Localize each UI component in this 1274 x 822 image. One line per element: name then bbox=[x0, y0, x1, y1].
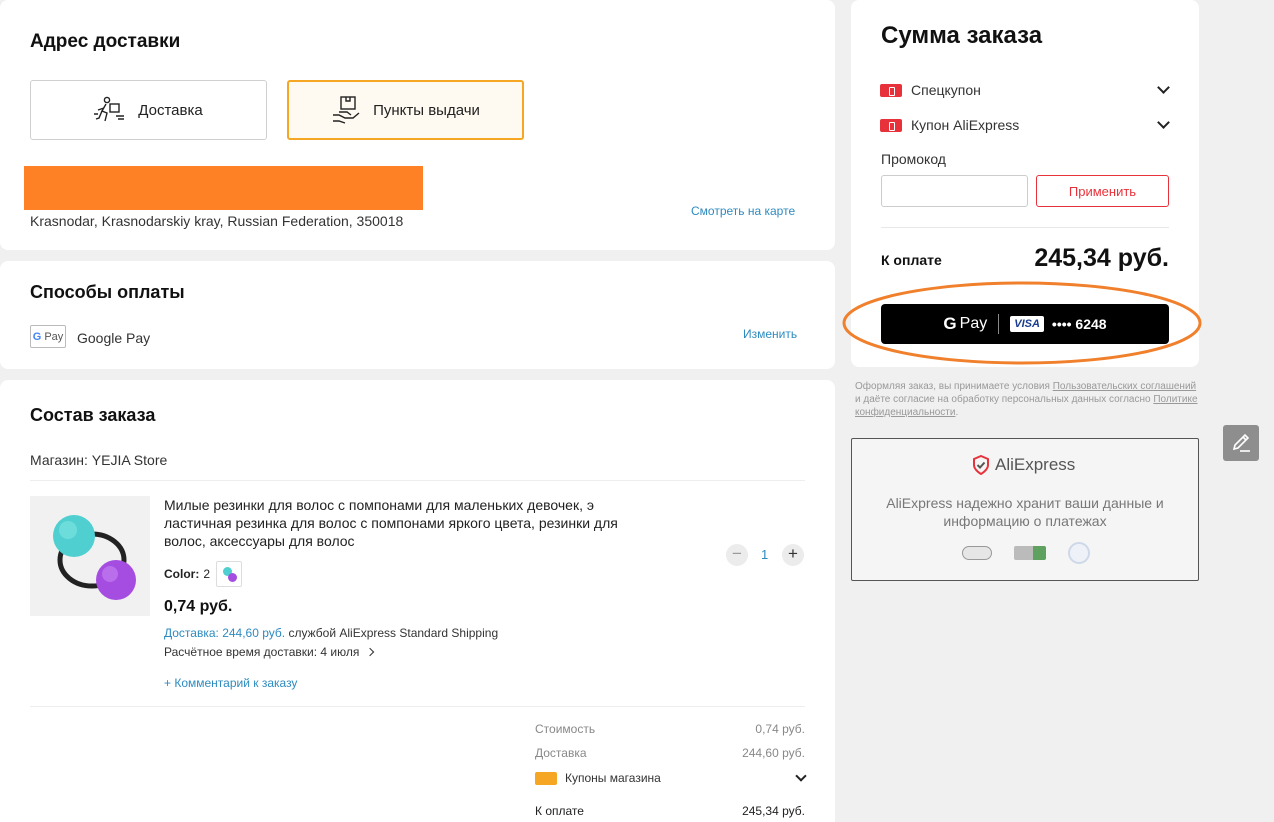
chevron-down-icon bbox=[795, 770, 807, 782]
chevron-down-icon bbox=[1157, 116, 1170, 129]
apply-promo-button[interactable]: Применить bbox=[1036, 175, 1169, 207]
order-summary-title: Сумма заказа bbox=[881, 22, 1043, 49]
order-card: Состав заказа Магазин: YEJIA Store Милые… bbox=[0, 380, 835, 822]
security-text: AliExpress надежно хранит ваши данные и … bbox=[886, 495, 1164, 529]
summary-total-row: К оплате 245,34 руб. bbox=[535, 804, 805, 818]
summary-total-value: 245,34 руб. bbox=[742, 804, 805, 818]
ali-coupon-label: Купон AliExpress bbox=[911, 117, 1020, 133]
store-coupons-label: Купоны магазина bbox=[565, 771, 661, 785]
terms-part: . bbox=[955, 407, 959, 418]
summary-delivery-label: Доставка bbox=[535, 746, 587, 760]
terms-text: Оформляя заказ, вы принимаете условия По… bbox=[855, 380, 1200, 419]
shipping-service: службой AliExpress Standard Shipping bbox=[288, 626, 499, 640]
pci-badge-icon bbox=[962, 546, 992, 560]
google-g-icon: G bbox=[943, 314, 957, 333]
visa-card-icon: VISA bbox=[1010, 316, 1044, 332]
store-coupons-row[interactable]: Купоны магазина bbox=[535, 770, 807, 785]
store-name: Магазин: YEJIA Store bbox=[30, 452, 168, 468]
view-on-map-link[interactable]: Смотреть на карте bbox=[691, 204, 795, 218]
quantity-value[interactable]: 1 bbox=[761, 547, 768, 562]
delivery-eta-text: Расчётное время доставки: 4 июля bbox=[164, 645, 360, 659]
pickup-option-button[interactable]: Пункты выдачи bbox=[287, 80, 524, 140]
edit-floating-button[interactable] bbox=[1223, 425, 1259, 461]
summary-cost-label: Стоимость bbox=[535, 722, 596, 736]
pickup-box-icon bbox=[333, 96, 360, 124]
payment-title: Способы оплаты bbox=[30, 282, 185, 302]
ali-coupon-icon bbox=[880, 118, 902, 132]
pickup-option-label: Пункты выдачи bbox=[373, 101, 480, 119]
special-coupon-label: Спецкупон bbox=[911, 82, 981, 98]
terms-part: и даёте согласие на обработку персональн… bbox=[855, 394, 1154, 405]
gpay-label: Pay bbox=[959, 315, 988, 332]
secure-shield-badge-icon bbox=[1014, 546, 1046, 560]
color-label: Color: bbox=[164, 567, 200, 581]
shield-icon bbox=[973, 455, 989, 475]
special-coupon-row[interactable]: Спецкупон bbox=[880, 81, 1172, 98]
special-coupon-icon bbox=[880, 83, 902, 97]
chevron-right-icon bbox=[366, 647, 375, 657]
shipping-info: Доставка: 244,60 руб. службой AliExpress… bbox=[164, 626, 498, 640]
divider bbox=[881, 227, 1169, 228]
sidebar-total-value: 245,34 руб. bbox=[1034, 244, 1169, 272]
address-title: Адрес доставки bbox=[30, 31, 181, 52]
button-separator bbox=[998, 314, 1000, 334]
promo-label: Промокод bbox=[881, 151, 946, 167]
aliexpress-logo: AliExpress bbox=[972, 455, 1075, 475]
delivery-option-button[interactable]: Доставка bbox=[30, 80, 267, 140]
sidebar-total-label: К оплате bbox=[881, 252, 942, 268]
shipping-price: Доставка: 244,60 руб. bbox=[164, 626, 286, 640]
color-thumbnail[interactable] bbox=[216, 561, 243, 587]
store-coupon-icon bbox=[535, 771, 557, 785]
summary-total-label: К оплате bbox=[535, 804, 584, 818]
google-pay-button[interactable]: G Pay VISA •••• 6248 bbox=[881, 304, 1169, 344]
quantity-minus-button[interactable]: − bbox=[726, 544, 748, 566]
user-agreement-link[interactable]: Пользовательских соглашений bbox=[1053, 381, 1196, 392]
aliexpress-brand: AliExpress bbox=[995, 455, 1076, 474]
delivery-option-label: Доставка bbox=[138, 101, 203, 119]
order-comment-link[interactable]: + Комментарий к заказу bbox=[164, 676, 297, 690]
summary-delivery-row: Доставка 244,60 руб. bbox=[535, 746, 805, 760]
quantity-plus-button[interactable]: + bbox=[782, 544, 804, 566]
card-number: •••• 6248 bbox=[1051, 316, 1107, 332]
promo-code-input[interactable] bbox=[881, 175, 1028, 207]
ali-coupon-row[interactable]: Купон AliExpress bbox=[880, 116, 1172, 133]
hair-tie-illustration bbox=[53, 515, 136, 600]
security-card: AliExpress AliExpress надежно хранит ваш… bbox=[851, 438, 1199, 581]
chevron-down-icon bbox=[1157, 81, 1170, 94]
color-value: 2 bbox=[203, 567, 211, 581]
payment-method-label: Google Pay bbox=[77, 330, 151, 346]
product-price: 0,74 руб. bbox=[164, 598, 233, 615]
payment-card: Способы оплаты G Pay Google Pay Изменить bbox=[0, 261, 835, 369]
summary-delivery-value: 244,60 руб. bbox=[742, 746, 805, 760]
address-card: Адрес доставки Доставка Пункты выдачи Kr… bbox=[0, 0, 835, 250]
product-title[interactable]: Милые резинки для волос с помпонами для … bbox=[164, 496, 624, 550]
summary-cost-value: 0,74 руб. bbox=[755, 722, 805, 736]
security-badges bbox=[962, 542, 1090, 564]
google-pay-badge-icon: G Pay bbox=[30, 325, 66, 348]
divider bbox=[30, 706, 805, 707]
divider bbox=[30, 480, 805, 481]
product-color: Color: 2 bbox=[164, 561, 243, 587]
order-title: Состав заказа bbox=[30, 405, 156, 425]
summary-cost-row: Стоимость 0,74 руб. bbox=[535, 722, 805, 736]
product-image[interactable] bbox=[30, 496, 150, 616]
verified-badge-icon bbox=[1068, 542, 1090, 564]
pencil-icon bbox=[1232, 433, 1250, 452]
redacted-recipient-block bbox=[24, 166, 423, 210]
terms-part: Оформляя заказ, вы принимаете условия bbox=[855, 381, 1053, 392]
address-line: Krasnodar, Krasnodarskiy kray, Russian F… bbox=[30, 213, 404, 229]
change-payment-link[interactable]: Изменить bbox=[743, 327, 797, 341]
courier-icon bbox=[94, 96, 125, 122]
delivery-eta[interactable]: Расчётное время доставки: 4 июля bbox=[164, 645, 375, 659]
